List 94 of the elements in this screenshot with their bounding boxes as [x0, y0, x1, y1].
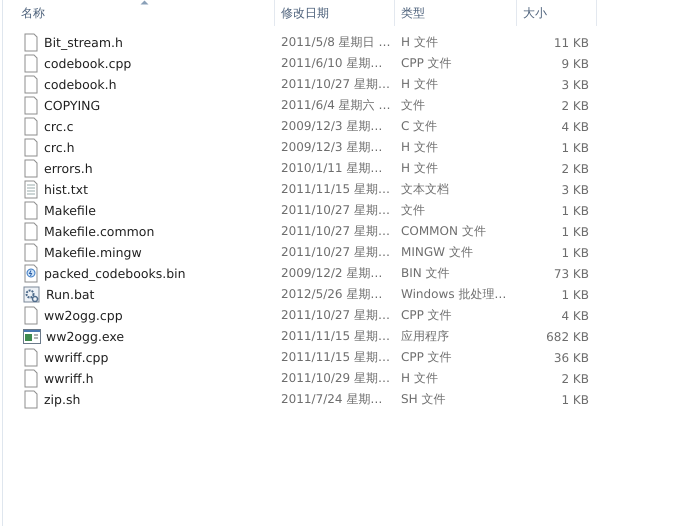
- modified-date: 2011/11/15 星期…: [280, 181, 391, 198]
- file-name[interactable]: Run.bat: [46, 287, 94, 302]
- file-size: 1 KB: [560, 204, 590, 218]
- file-size: 73 KB: [552, 266, 590, 280]
- modified-date: 2010/1/11 星期…: [280, 160, 384, 177]
- file-name[interactable]: crc.h: [44, 140, 75, 155]
- modified-date: 2011/11/15 星期…: [280, 328, 391, 345]
- file-size: 9 KB: [560, 56, 590, 70]
- file-name[interactable]: Makefile.common: [44, 224, 154, 239]
- file-size: 36 KB: [552, 350, 590, 364]
- file-icon: [23, 75, 39, 94]
- file-size: 2 KB: [560, 98, 590, 112]
- modified-date: 2012/5/26 星期…: [280, 286, 384, 303]
- file-name[interactable]: COPYING: [44, 98, 100, 113]
- file-icon: [23, 264, 39, 283]
- modified-date: 2011/5/8 星期日 …: [280, 34, 392, 51]
- file-type: H 文件: [400, 370, 439, 387]
- file-type: 文件: [400, 202, 426, 219]
- file-name[interactable]: errors.h: [44, 161, 93, 176]
- file-icon: [23, 117, 39, 136]
- modified-date: 2011/10/27 星期…: [280, 223, 391, 240]
- file-icon: [23, 306, 39, 325]
- modified-date: 2011/10/29 星期…: [280, 370, 391, 387]
- file-size: 1 KB: [560, 392, 590, 406]
- file-name[interactable]: wwriff.h: [44, 371, 94, 386]
- file-icon: [23, 201, 39, 220]
- text-file-icon: [23, 180, 39, 199]
- column-header[interactable]: 大小: [517, 0, 597, 26]
- modified-date: 2011/7/24 星期…: [280, 391, 384, 408]
- file-icon: [23, 369, 39, 388]
- file-size: 3 KB: [560, 78, 590, 92]
- file-size: 11 KB: [552, 36, 590, 50]
- file-name[interactable]: codebook.h: [44, 77, 117, 92]
- file-name[interactable]: Makefile.mingw: [44, 245, 142, 260]
- modified-date: 2009/12/3 星期…: [280, 118, 384, 135]
- file-name[interactable]: ww2ogg.cpp: [44, 308, 123, 323]
- file-type: C 文件: [400, 118, 438, 135]
- file-type: 应用程序: [400, 328, 450, 345]
- file-icon: [23, 243, 39, 262]
- column-header[interactable]: 修改日期: [275, 0, 395, 26]
- file-name[interactable]: codebook.cpp: [44, 56, 132, 71]
- file-icon: [23, 33, 39, 52]
- file-icon: [23, 138, 39, 157]
- modified-date: 2011/10/27 星期…: [280, 76, 391, 93]
- file-size: 3 KB: [560, 182, 590, 196]
- file-icon: [23, 159, 39, 178]
- file-type: COMMON 文件: [400, 223, 487, 240]
- file-size: 1 KB: [560, 140, 590, 154]
- file-name[interactable]: zip.sh: [44, 392, 80, 407]
- file-type: MINGW 文件: [400, 244, 474, 261]
- file-type: BIN 文件: [400, 265, 451, 282]
- file-name[interactable]: packed_codebooks.bin: [44, 266, 186, 281]
- modified-date: 2011/6/4 星期六 …: [280, 97, 392, 114]
- column-header[interactable]: 类型: [395, 0, 517, 26]
- file-type: H 文件: [400, 160, 439, 177]
- file-icon: [23, 96, 39, 115]
- file-type: H 文件: [400, 76, 439, 93]
- file-name[interactable]: crc.c: [44, 119, 74, 134]
- modified-date: 2011/6/10 星期…: [280, 55, 384, 72]
- file-type: 文件: [400, 97, 426, 114]
- modified-date: 2009/12/2 星期…: [280, 265, 384, 282]
- file-icon: [23, 390, 39, 409]
- file-type: SH 文件: [400, 391, 446, 408]
- file-type: H 文件: [400, 34, 439, 51]
- file-size: 1 KB: [560, 224, 590, 238]
- file-name[interactable]: hist.txt: [44, 182, 88, 197]
- modified-date: 2011/10/27 星期…: [280, 307, 391, 324]
- file-size: 2 KB: [560, 162, 590, 176]
- modified-date: 2009/12/3 星期…: [280, 139, 384, 156]
- column-header[interactable]: 名称: [3, 0, 275, 26]
- file-icon: [23, 348, 39, 367]
- gear-icon: [23, 286, 41, 304]
- file-type: 文本文档: [400, 181, 450, 198]
- file-size: 4 KB: [560, 120, 590, 134]
- file-size: 1 KB: [560, 288, 590, 302]
- file-type: CPP 文件: [400, 307, 453, 324]
- modified-date: 2011/11/15 星期…: [280, 349, 391, 366]
- file-name[interactable]: wwriff.cpp: [44, 350, 108, 365]
- file-name[interactable]: ww2ogg.exe: [46, 329, 124, 344]
- file-icon: [23, 54, 39, 73]
- file-size: 682 KB: [545, 330, 590, 344]
- file-icon: [23, 222, 39, 241]
- modified-date: 2011/10/27 星期…: [280, 202, 391, 219]
- modified-date: 2011/10/27 星期…: [280, 244, 391, 261]
- file-type: CPP 文件: [400, 349, 453, 366]
- file-size: 1 KB: [560, 246, 590, 260]
- file-type: H 文件: [400, 139, 439, 156]
- application-icon: [23, 329, 41, 344]
- file-size: 4 KB: [560, 308, 590, 322]
- file-name[interactable]: Bit_stream.h: [44, 35, 123, 50]
- file-type: CPP 文件: [400, 55, 453, 72]
- file-size: 2 KB: [560, 372, 590, 386]
- file-name[interactable]: Makefile: [44, 203, 96, 218]
- file-type: Windows 批处理…: [400, 286, 508, 303]
